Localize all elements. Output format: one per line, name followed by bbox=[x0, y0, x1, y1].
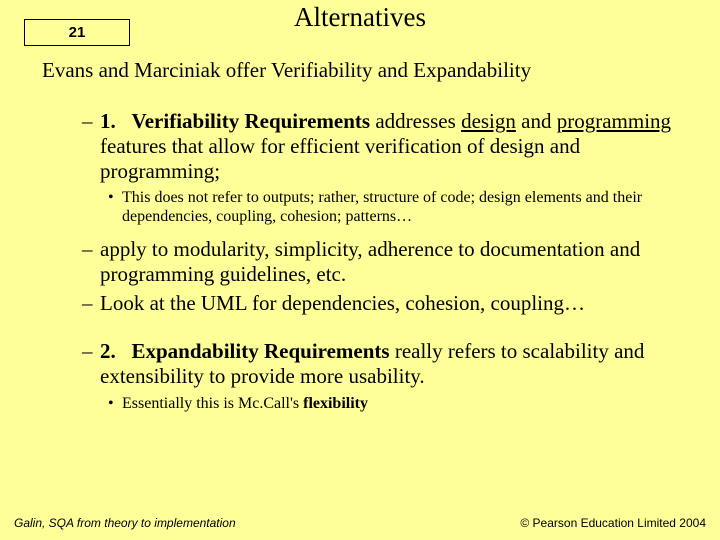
item2-head: Expandability Requirements bbox=[132, 339, 390, 363]
item-expandability: 2. Expandability Requirements really ref… bbox=[82, 339, 690, 389]
item-verifiability: 1. Verifiability Requirements addresses … bbox=[82, 109, 690, 183]
footer-right: © Pearson Education Limited 2004 bbox=[520, 516, 706, 530]
item1-num: 1. bbox=[100, 109, 116, 133]
content-area: Evans and Marciniak offer Verifiability … bbox=[42, 58, 690, 424]
item1-tail: features that allow for efficient verifi… bbox=[100, 134, 580, 183]
item1-mid1: addresses bbox=[370, 109, 461, 133]
item1-u1: design bbox=[461, 109, 516, 133]
item2-num: 2. bbox=[100, 339, 116, 363]
lead-text: Evans and Marciniak offer Verifiability … bbox=[42, 58, 690, 83]
item-uml: Look at the UML for dependencies, cohesi… bbox=[82, 291, 690, 316]
main-list: 1. Verifiability Requirements addresses … bbox=[82, 109, 690, 183]
main-list-2: 2. Expandability Requirements really ref… bbox=[82, 339, 690, 389]
item1-head: Verifiability Requirements bbox=[132, 109, 371, 133]
item2-sub-b: flexibility bbox=[303, 395, 368, 412]
item1-mid2: and bbox=[516, 109, 557, 133]
main-list-cont: apply to modularity, simplicity, adheren… bbox=[82, 237, 690, 315]
item1-u2: programming bbox=[557, 109, 671, 133]
item1-sub: This does not refer to outputs; rather, … bbox=[108, 189, 690, 227]
footer-left: Galin, SQA from theory to implementation bbox=[14, 516, 236, 530]
item2-sub-pre: Essentially this is Mc.Call's bbox=[122, 395, 303, 412]
slide-title: Alternatives bbox=[0, 2, 720, 33]
item1-sublist: This does not refer to outputs; rather, … bbox=[108, 189, 690, 227]
item2-sub: Essentially this is Mc.Call's flexibilit… bbox=[108, 395, 690, 414]
item-apply: apply to modularity, simplicity, adheren… bbox=[82, 237, 690, 287]
item2-sublist: Essentially this is Mc.Call's flexibilit… bbox=[108, 395, 690, 414]
